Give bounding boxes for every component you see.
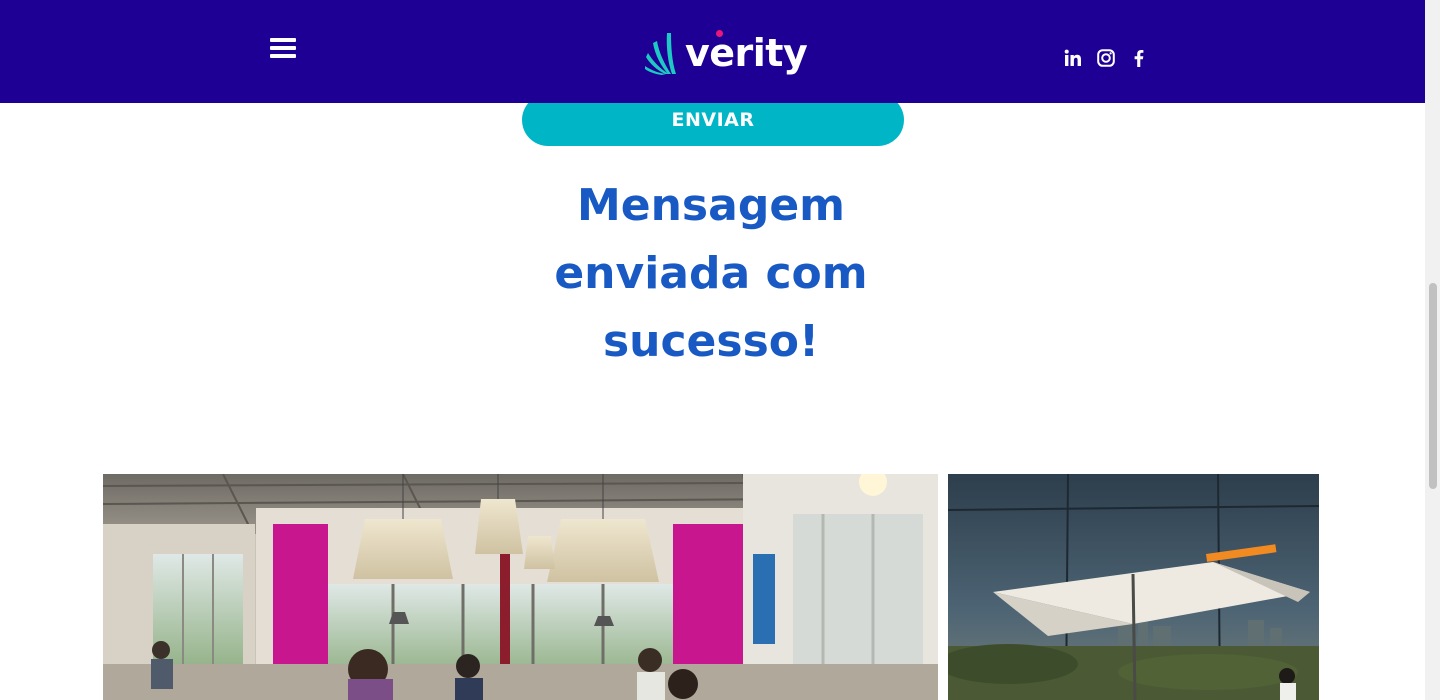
logo-mark-icon [645, 33, 676, 75]
verity-logo[interactable]: verity [645, 28, 808, 78]
office-photo [103, 474, 938, 700]
site-header: verity [0, 0, 1425, 103]
hamburger-menu-icon[interactable] [270, 38, 298, 66]
terrace-photo [948, 474, 1319, 700]
logo-dot [716, 30, 723, 37]
linkedin-icon[interactable] [1062, 47, 1084, 69]
facebook-icon[interactable] [1128, 47, 1150, 69]
logo-text: verity [685, 31, 808, 75]
page-scrollbar-thumb[interactable] [1429, 283, 1437, 489]
instagram-icon[interactable] [1095, 47, 1117, 69]
success-message: Mensagem enviada com sucesso! [554, 180, 868, 367]
